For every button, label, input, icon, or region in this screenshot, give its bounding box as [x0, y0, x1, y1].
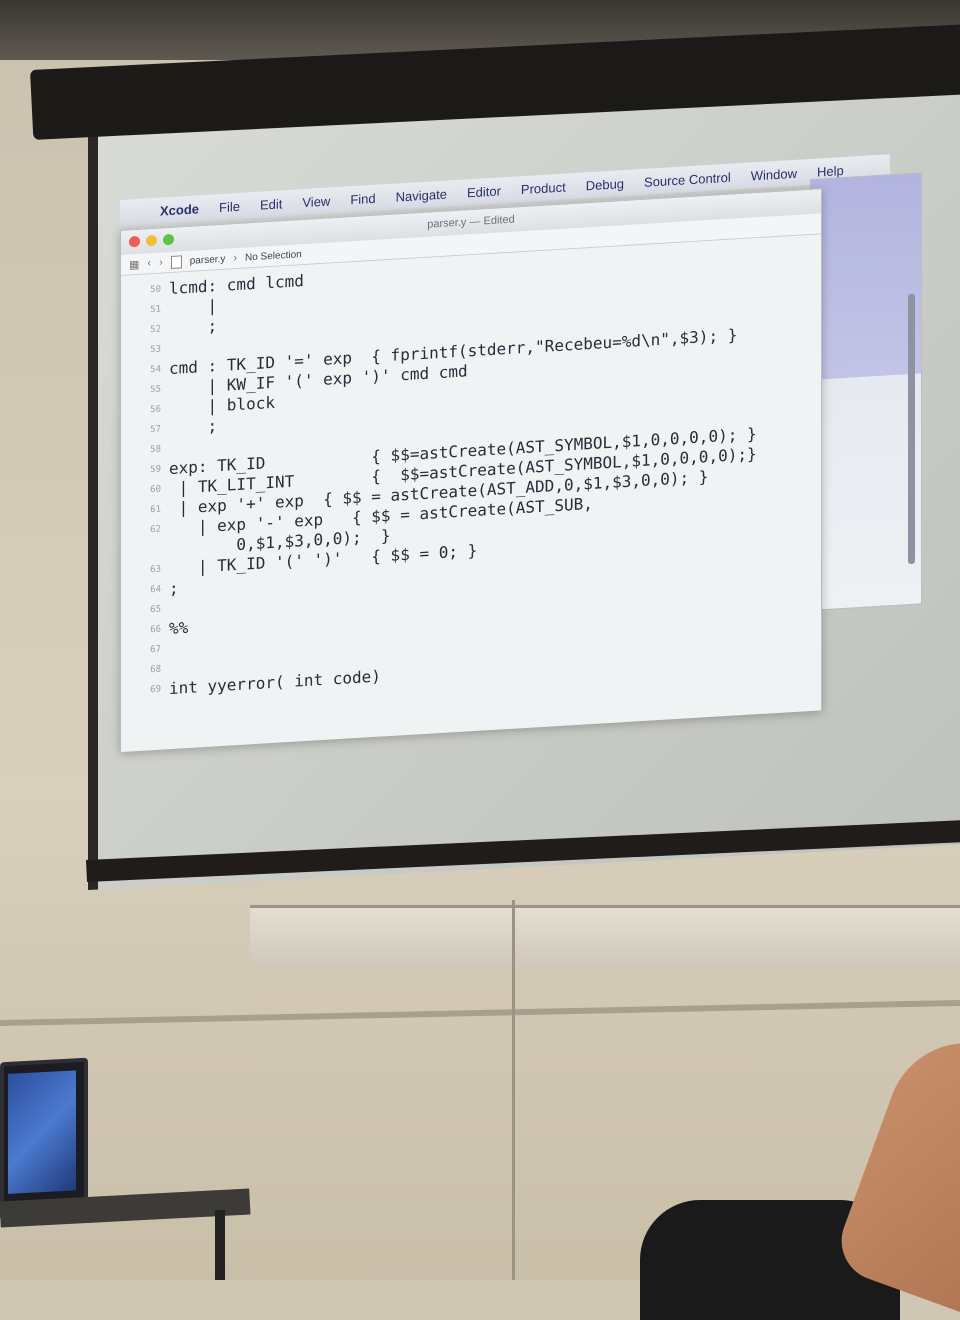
back-arrow-icon[interactable]: ‹: [147, 257, 151, 269]
code-editor[interactable]: 50 lcmd: cmd lcmd 51 | 52 ; 53 54 cmd : TK_ID …: [121, 234, 821, 752]
grid-icon[interactable]: ▦: [129, 257, 139, 271]
code-text: ;: [169, 316, 218, 339]
menu-editor[interactable]: Editor: [457, 182, 511, 200]
code-text: ;: [169, 578, 179, 599]
xcode-editor-window[interactable]: parser.y — Edited ▦ ‹ › parser.y › No Se…: [120, 188, 822, 752]
breadcrumb-selection[interactable]: No Selection: [245, 249, 302, 263]
file-icon: [170, 254, 182, 269]
menu-edit[interactable]: Edit: [250, 195, 292, 213]
window-title: parser.y — Edited: [427, 213, 515, 231]
screen-pull-cord: [512, 900, 515, 1280]
menu-product[interactable]: Product: [511, 178, 576, 197]
zoom-button[interactable]: [163, 233, 174, 246]
menu-window[interactable]: Window: [741, 165, 807, 184]
menu-source-control[interactable]: Source Control: [634, 169, 741, 190]
student-laptop: [0, 1057, 88, 1221]
whiteboard-rail: [250, 905, 960, 968]
desk-leg: [215, 1210, 225, 1280]
chevron-right-icon: ›: [233, 252, 237, 265]
background-window[interactable]: [810, 172, 922, 612]
menu-debug[interactable]: Debug: [576, 175, 634, 193]
breadcrumb-file[interactable]: parser.y: [190, 253, 226, 266]
desktop-background: [811, 173, 921, 380]
minimize-button[interactable]: [146, 234, 157, 247]
background-window-scrollbar[interactable]: [908, 293, 915, 565]
menu-file[interactable]: File: [209, 198, 250, 215]
code-text: ;: [169, 416, 218, 439]
menu-view[interactable]: View: [292, 192, 340, 210]
laptop-screen: [8, 1070, 76, 1194]
menu-navigate[interactable]: Navigate: [386, 185, 457, 204]
forward-arrow-icon[interactable]: ›: [159, 256, 163, 268]
menu-find[interactable]: Find: [340, 190, 385, 208]
menu-xcode[interactable]: Xcode: [150, 200, 209, 219]
code-text: %%: [169, 617, 189, 639]
line-number: 69: [150, 684, 161, 696]
projected-desktop: Xcode File Edit View Find Navigate Edito…: [120, 154, 922, 752]
apple-icon[interactable]: [120, 211, 150, 213]
close-button[interactable]: [129, 235, 140, 248]
